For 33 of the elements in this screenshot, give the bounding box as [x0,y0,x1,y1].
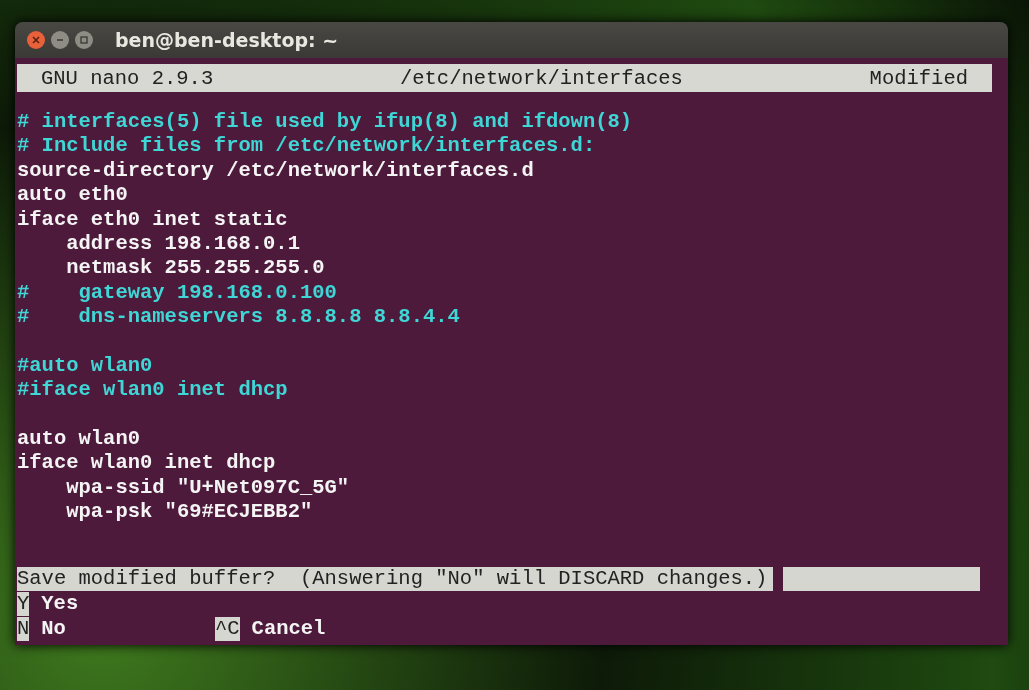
shortcut-key: ^C [215,617,240,641]
shortcut-key: N [17,617,30,641]
config-line: auto eth0 [17,183,129,208]
save-prompt: Save modified buffer? (Answering "No" will DISCARD changes.) [17,567,774,591]
config-line: auto wlan0 [17,427,142,452]
comment-line: # dns-nameservers 8.8.8.8 8.8.4.4 [17,305,461,330]
comment-line: #iface wlan0 inet dhcp [17,378,289,403]
shortcut-key: Y [17,592,30,616]
minimize-button[interactable] [51,31,69,49]
close-button[interactable] [27,31,45,49]
comment-line: # Include files from /etc/network/interfaces.d: [17,134,597,159]
editor-version: GNU nano 2.9.3 [41,66,214,90]
maximize-button[interactable] [75,31,93,49]
config-line: address 198.168.0.1 [65,231,301,257]
maximize-icon [80,36,88,44]
minimize-icon [56,36,64,44]
config-line: source-directory /etc/network/interfaces.d [17,158,535,184]
prompt-input-field[interactable] [783,567,980,591]
close-icon [32,36,40,44]
config-line: netmask 255.255.255.0 [65,256,326,281]
shortcut-label: Cancel [250,617,326,641]
config-line: iface wlan0 inet dhcp [17,451,277,476]
comment-line: # interfaces(5) file used by ifup(8) and ifdown(8) [17,110,634,135]
window-title: ben@ben-desktop: ~ [115,29,339,51]
buffer-status: Modified [869,66,968,90]
comment-line: #auto wlan0 [17,353,154,379]
comment-line: # gateway 198.168.0.100 [17,280,338,306]
config-line: wpa-ssid "U+Net097C_5G" [65,475,351,501]
config-line: iface eth0 inet static [17,207,289,232]
shortcut-label: Yes [40,592,79,616]
config-line: wpa-psk "69#ECJEBB2" [65,500,314,525]
shortcut-label: No [40,617,66,641]
file-name: /etc/network/interfaces [398,66,684,90]
